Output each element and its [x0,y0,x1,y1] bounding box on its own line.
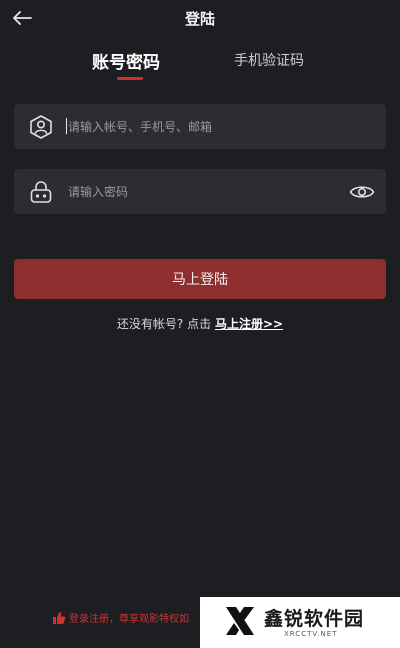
login-tabs: 账号密码 手机验证码 [0,44,400,84]
register-prompt: 还没有帐号? 点击 马上注册>> [0,315,400,332]
register-link[interactable]: 马上注册>> [215,317,283,331]
password-field[interactable] [14,169,386,214]
top-bar: 登陆 [0,0,400,36]
user-shield-icon [28,114,54,140]
login-button[interactable]: 马上登陆 [14,259,386,299]
watermark-url: XRCCTV.NET [284,630,338,638]
watermark-logo [226,607,254,635]
page-title: 登陆 [184,10,215,28]
register-prompt-text: 还没有帐号? 点击 [116,317,212,331]
eye-icon [349,186,375,198]
agreement-text: 登录注册，尊享观影特权如 [69,614,189,625]
tab-phone-code[interactable]: 手机验证码 [234,50,304,70]
watermark-name: 鑫锐软件园 [264,608,365,630]
watermark-banner: 鑫锐软件园 XRCCTV.NET [200,597,400,648]
show-password-toggle[interactable] [348,178,376,206]
account-field[interactable] [14,104,386,149]
account-input[interactable] [68,104,338,149]
agreement-notice[interactable]: 登录注册，尊享观影特权如 [52,610,189,625]
password-input[interactable] [68,169,338,214]
text-cursor [66,118,67,134]
lock-icon [28,179,54,205]
thumbs-up-icon [52,611,66,625]
active-tab-indicator [117,77,143,80]
tab-account-password[interactable]: 账号密码 [92,48,160,73]
